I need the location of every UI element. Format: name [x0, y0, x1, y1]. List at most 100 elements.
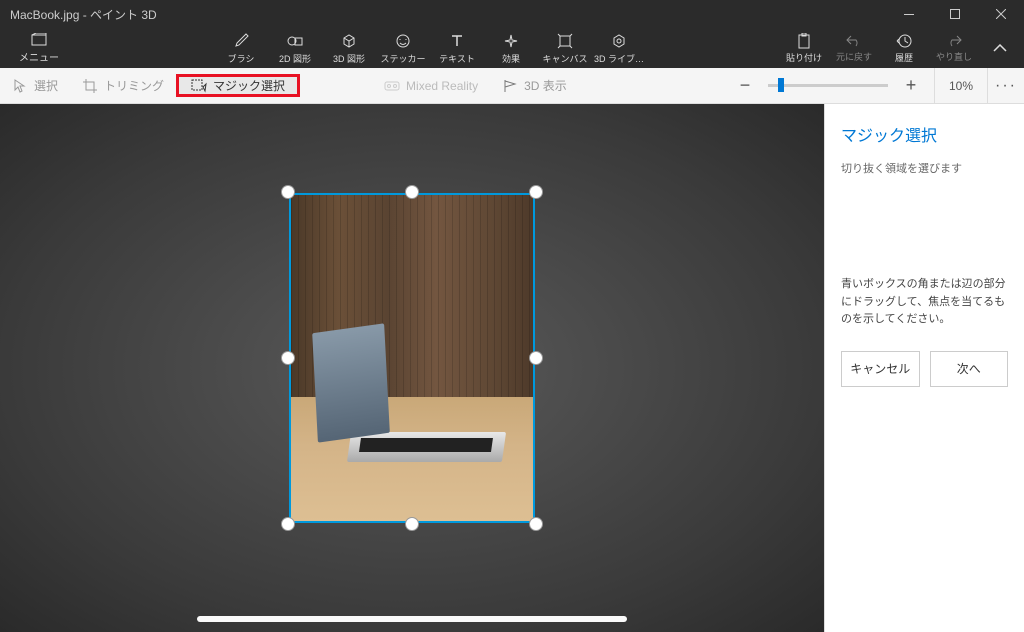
canvas-scrollbar[interactable] [197, 616, 627, 622]
minimize-icon [904, 14, 914, 15]
resize-handle-middle-left[interactable] [281, 351, 295, 365]
tool-sticker-label: ステッカー [380, 52, 425, 65]
paste-icon [797, 33, 811, 49]
mixed-reality-label: Mixed Reality [406, 79, 478, 93]
maximize-button[interactable] [932, 0, 978, 28]
work-area: マジック選択 切り抜く領域を選びます 青いボックスの角または辺の部分にドラッグし… [0, 104, 1024, 632]
zoom-controls: − + [722, 73, 934, 99]
panel-subtitle: 切り抜く領域を選びます [841, 160, 1008, 176]
toolbar-right: 貼り付け 元に戻す 履歴 やり直し [782, 28, 1018, 68]
text-icon [448, 32, 466, 50]
trimming-label: トリミング [104, 77, 164, 94]
tool-brush[interactable]: ブラシ [214, 28, 268, 68]
resize-handle-top-left[interactable] [281, 185, 295, 199]
side-panel: マジック選択 切り抜く領域を選びます 青いボックスの角または辺の部分にドラッグし… [824, 104, 1024, 632]
sticker-icon [394, 32, 412, 50]
tool-brush-label: ブラシ [228, 52, 255, 65]
panel-buttons: キャンセル 次へ [841, 351, 1008, 387]
tool-text-label: テキスト [439, 52, 475, 65]
next-button[interactable]: 次へ [930, 351, 1009, 387]
redo-label: やり直し [936, 50, 972, 63]
chevron-up-icon [993, 44, 1007, 52]
cancel-button[interactable]: キャンセル [841, 351, 920, 387]
zoom-thumb[interactable] [778, 78, 784, 92]
magic-select-label: マジック選択 [213, 77, 285, 94]
select-label: 選択 [34, 77, 58, 94]
shape3d-icon [340, 32, 358, 50]
close-icon [996, 9, 1006, 19]
resize-handle-bottom-center[interactable] [405, 517, 419, 531]
toolbar-center: ブラシ 2D 図形 3D 図形 ステッカー テキスト [214, 28, 646, 68]
resize-handle-top-center[interactable] [405, 185, 419, 199]
tool-effects[interactable]: 効果 [484, 28, 538, 68]
paste-button[interactable]: 貼り付け [782, 28, 826, 68]
mixed-reality-tool: Mixed Reality [372, 68, 490, 103]
canvas-image [289, 193, 535, 523]
tool-canvas-label: キャンバス [542, 52, 587, 65]
selection-bounds[interactable] [289, 193, 535, 523]
tool-text[interactable]: テキスト [430, 28, 484, 68]
shape2d-icon [286, 32, 304, 50]
undo-icon [846, 34, 862, 48]
menu-button[interactable]: メニュー [0, 28, 78, 68]
tool-3d-label: 3D 図形 [333, 52, 365, 65]
minimize-button[interactable] [886, 0, 932, 28]
panel-title: マジック選択 [841, 122, 1008, 146]
undo-button[interactable]: 元に戻す [832, 28, 876, 68]
redo-button[interactable]: やり直し [932, 28, 976, 68]
tool-2d-shapes[interactable]: 2D 図形 [268, 28, 322, 68]
select-tool[interactable]: 選択 [0, 68, 70, 103]
undo-label: 元に戻す [836, 50, 872, 63]
canvas-icon [556, 32, 574, 50]
more-button[interactable]: ··· [988, 68, 1024, 104]
magic-select-highlight: マジック選択 [176, 74, 300, 97]
view-3d-tool[interactable]: 3D 表示 [490, 68, 579, 103]
zoom-in-button[interactable]: + [898, 73, 924, 99]
flag-icon [502, 78, 518, 94]
canvas-area[interactable] [0, 104, 824, 632]
paste-label: 貼り付け [786, 51, 822, 64]
crop-icon [82, 78, 98, 94]
tool-sticker[interactable]: ステッカー [376, 28, 430, 68]
vr-icon [384, 78, 400, 94]
history-button[interactable]: 履歴 [882, 28, 926, 68]
cursor-icon [12, 78, 28, 94]
resize-handle-top-right[interactable] [529, 185, 543, 199]
tool-canvas[interactable]: キャンバス [538, 28, 592, 68]
title-bar: MacBook.jpg - ペイント 3D [0, 0, 1024, 28]
magic-select-icon [191, 78, 207, 94]
laptop-screen [312, 323, 389, 442]
zoom-out-button[interactable]: − [732, 73, 758, 99]
laptop-keys [360, 438, 494, 452]
tool-effects-label: 効果 [502, 52, 520, 65]
close-button[interactable] [978, 0, 1024, 28]
zoom-percent[interactable]: 10% [934, 68, 988, 103]
history-label: 履歴 [895, 51, 913, 64]
window-controls [886, 0, 1024, 28]
main-toolbar: メニュー ブラシ 2D 図形 3D 図形 ステッカー [0, 28, 1024, 68]
menu-label: メニュー [19, 49, 59, 64]
image-laptop [315, 325, 504, 462]
sub-toolbar: 選択 トリミング マジック選択 Mixed Reality 3D 表示 − [0, 68, 1024, 104]
effects-icon [502, 32, 520, 50]
tool-2d-label: 2D 図形 [279, 52, 311, 65]
magic-select-tool[interactable]: マジック選択 [179, 77, 297, 94]
history-icon [896, 33, 912, 49]
library3d-icon [610, 32, 628, 50]
maximize-icon [950, 9, 960, 19]
window-title: MacBook.jpg - ペイント 3D [10, 6, 157, 23]
resize-handle-middle-right[interactable] [529, 351, 543, 365]
view3d-label: 3D 表示 [524, 77, 567, 94]
zoom-slider[interactable] [768, 84, 888, 87]
menu-icon [29, 33, 49, 47]
trimming-tool[interactable]: トリミング [70, 68, 176, 103]
resize-handle-bottom-left[interactable] [281, 517, 295, 531]
resize-handle-bottom-right[interactable] [529, 517, 543, 531]
panel-description: 青いボックスの角または辺の部分にドラッグして、焦点を当てるものを示してください。 [841, 276, 1008, 329]
redo-icon [946, 34, 962, 48]
tool-3d-shapes[interactable]: 3D 図形 [322, 28, 376, 68]
tool-3dlib-label: 3D ライブ… [594, 52, 644, 65]
brush-icon [232, 32, 250, 50]
expand-panel-button[interactable] [982, 30, 1018, 66]
tool-3d-library[interactable]: 3D ライブ… [592, 28, 646, 68]
